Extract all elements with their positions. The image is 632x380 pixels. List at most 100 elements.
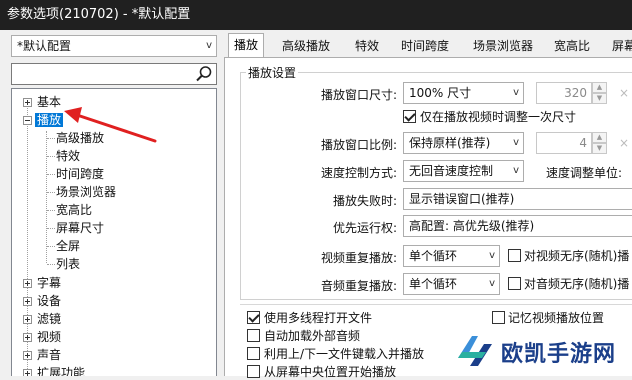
tab-aspect-ratio[interactable]: 宽高比 (549, 35, 595, 57)
divider (240, 304, 632, 305)
tree-item-label: 视频 (37, 330, 62, 344)
spin-down-icon[interactable]: ▼ (592, 143, 607, 154)
profile-select-value: *默认配置 (17, 39, 72, 53)
tree-item-label: 扩展功能 (37, 366, 86, 376)
tab-playback[interactable]: 播放 (228, 33, 265, 59)
priority-label: 优先运行权: (332, 221, 397, 235)
tree-connector (47, 228, 55, 229)
tree-item-label: 基本 (37, 95, 62, 109)
tree-item-scene-browser[interactable]: 场景浏览器 (56, 183, 116, 201)
tree-item-label: 屏幕尺寸 (56, 221, 105, 235)
expand-icon[interactable] (23, 315, 32, 324)
tree-item-time-span[interactable]: 时间跨度 (56, 165, 104, 183)
priority-select[interactable]: 高配置: 高优先级(推荐) (403, 215, 632, 237)
audio-random-checkbox[interactable] (508, 277, 521, 290)
tree-item-label: 列表 (56, 257, 81, 271)
fail-label: 播放失败时: (332, 194, 397, 208)
tree-item-fullscreen[interactable]: 全屏 (56, 237, 80, 255)
tree-item-label: 宽高比 (56, 203, 93, 217)
video-random-checkbox[interactable] (508, 249, 521, 262)
search-input[interactable] (11, 63, 217, 85)
expand-icon[interactable] (23, 297, 32, 306)
expand-icon[interactable] (23, 369, 32, 376)
chevron-down-icon: v (206, 40, 212, 51)
tree-item-playback[interactable]: 播放 (35, 111, 64, 129)
expand-icon[interactable] (23, 351, 32, 360)
watermark: 欧凯手游网 (446, 326, 632, 376)
audio-random-label: 对音频无序(随机)播 (524, 277, 630, 291)
window-ratio-spin-value: 4 (579, 136, 587, 150)
multithread-checkbox[interactable] (247, 311, 260, 324)
remember-position-label: 记忆视频播放位置 (508, 311, 605, 325)
tree-item-label: 场景浏览器 (56, 185, 117, 199)
tab-time-span[interactable]: 时间跨度 (396, 35, 454, 57)
audio-repeat-label: 音频重复播放: (320, 279, 397, 293)
expand-icon[interactable] (23, 279, 32, 288)
video-repeat-value: 单个循环 (409, 249, 458, 263)
tree-connector (47, 246, 55, 247)
window-size-select[interactable]: 100% 尺寸 v (403, 82, 524, 104)
tree-connector (47, 264, 55, 265)
tree-connector (47, 138, 55, 139)
adjust-once-checkbox[interactable] (403, 110, 416, 123)
speed-unit-label: 速度调整单位: (546, 166, 623, 180)
expand-icon[interactable] (23, 333, 32, 342)
window-ratio-value: 保持原样(推荐) (409, 136, 491, 150)
tree-item-label: 滤镜 (37, 312, 62, 326)
speed-control-select[interactable]: 无回音速度控制 v (403, 160, 524, 182)
close-icon: × (619, 136, 630, 150)
window-size-spin-value: 320 (564, 86, 587, 100)
speed-control-label: 速度控制方式: (320, 166, 397, 180)
auto-audio-checkbox[interactable] (247, 329, 260, 342)
prev-next-checkbox[interactable] (247, 347, 260, 360)
tab-effects[interactable]: 特效 (350, 35, 384, 57)
multithread-label: 使用多线程打开文件 (264, 311, 373, 325)
title-bar: 参数选项(210702) - *默认配置 (0, 0, 632, 30)
tree-item-screen-size[interactable]: 屏幕尺寸 (56, 219, 104, 237)
collapse-icon[interactable] (23, 116, 32, 125)
tree-item-aspect-ratio[interactable]: 宽高比 (56, 201, 92, 219)
tree-item-extension[interactable]: 扩展功能 (37, 364, 85, 376)
tab-advanced-playback[interactable]: 高级播放 (277, 35, 335, 57)
window-size-spin[interactable]: 320 (536, 82, 592, 104)
tree-item-label: 播放 (35, 113, 64, 127)
window-title: 参数选项(210702) - *默认配置 (7, 7, 191, 22)
spin-up-icon[interactable]: ▲ (592, 82, 607, 93)
profile-select[interactable]: *默认配置 v (11, 35, 217, 57)
tree-item-basic[interactable]: 基本 (37, 93, 61, 111)
remember-position-checkbox[interactable] (492, 311, 505, 324)
close-icon: × (619, 86, 630, 100)
window-ratio-select[interactable]: 保持原样(推荐) v (403, 132, 524, 154)
window-ratio-spin[interactable]: 4 (536, 132, 592, 154)
tab-screen[interactable]: 屏幕 (607, 35, 632, 57)
window-size-label: 播放窗口尺寸: (320, 88, 397, 102)
chevron-down-icon: v (513, 165, 519, 176)
tree-connector (46, 131, 47, 263)
tab-scene-browser[interactable]: 场景浏览器 (468, 35, 538, 57)
fail-select[interactable]: 显示错误窗口(推荐) (403, 188, 632, 210)
tree-connector (47, 210, 55, 211)
tree-item-video[interactable]: 视频 (37, 328, 61, 346)
adjust-once-label: 仅在播放视频时调整一次尺寸 (420, 110, 577, 124)
window-size-value: 100% 尺寸 (409, 86, 472, 100)
spin-up-icon[interactable]: ▲ (592, 132, 607, 143)
tree-item-device[interactable]: 设备 (37, 292, 61, 310)
expand-icon[interactable] (23, 98, 32, 107)
audio-repeat-value: 单个循环 (409, 277, 458, 291)
tree-connector (47, 174, 55, 175)
tree-item-effects[interactable]: 特效 (56, 147, 80, 165)
video-repeat-label: 视频重复播放: (320, 251, 397, 265)
spin-down-icon[interactable]: ▼ (592, 93, 607, 104)
video-repeat-select[interactable]: 单个循环 v (403, 245, 500, 267)
screen-center-checkbox[interactable] (247, 365, 260, 378)
annotation-arrow-icon (64, 107, 157, 143)
tree-item-filter[interactable]: 滤镜 (37, 310, 61, 328)
priority-value: 高配置: 高优先级(推荐) (409, 219, 535, 233)
audio-repeat-select[interactable]: 单个循环 v (403, 273, 500, 295)
tree-item-audio[interactable]: 声音 (37, 346, 61, 364)
tree-item-list[interactable]: 列表 (56, 255, 80, 273)
tree-item-label: 设备 (37, 294, 62, 308)
search-icon[interactable] (195, 65, 213, 83)
group-title: 播放设置 (246, 64, 299, 81)
tree-item-subtitle[interactable]: 字幕 (37, 274, 61, 292)
